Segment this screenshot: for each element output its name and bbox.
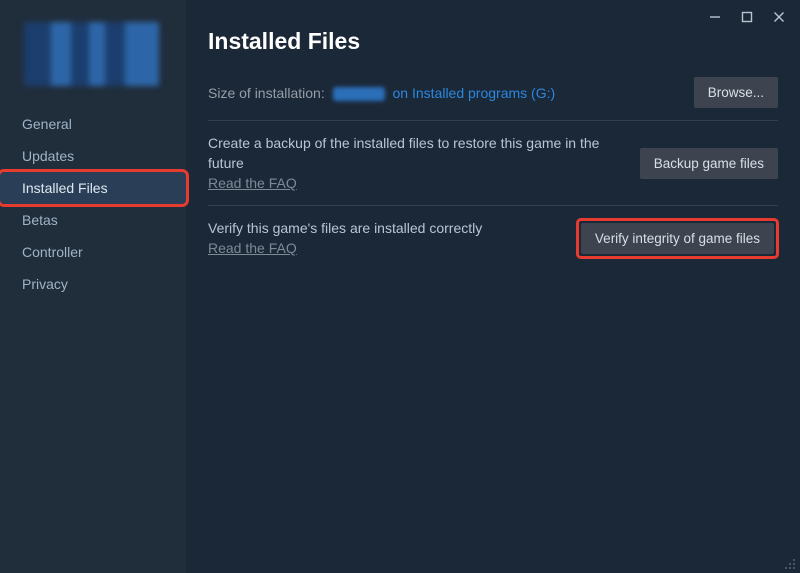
sidebar-item-controller[interactable]: Controller [0, 236, 186, 268]
install-size-prefix: Size of installation: [208, 85, 325, 101]
sidebar-item-installed-files[interactable]: Installed Files [0, 172, 186, 204]
install-size-text: Size of installation: on Installed progr… [208, 83, 674, 103]
verify-faq-link[interactable]: Read the FAQ [208, 240, 297, 256]
sidebar-item-betas[interactable]: Betas [0, 204, 186, 236]
minimize-button[interactable] [708, 10, 722, 24]
sidebar-item-general[interactable]: General [0, 108, 186, 140]
verify-integrity-button[interactable]: Verify integrity of game files [581, 223, 774, 254]
properties-window: General Updates Installed Files Betas Co… [0, 0, 800, 573]
verify-highlight: Verify integrity of game files [577, 219, 778, 258]
verify-description: Verify this game's files are installed c… [208, 218, 557, 238]
install-size-value-redacted [333, 87, 385, 101]
install-size-row: Size of installation: on Installed progr… [208, 77, 778, 120]
resize-grip-icon[interactable] [784, 558, 796, 570]
sidebar: General Updates Installed Files Betas Co… [0, 0, 186, 573]
sidebar-nav: General Updates Installed Files Betas Co… [0, 108, 186, 300]
page-title: Installed Files [208, 28, 778, 55]
window-controls [708, 0, 800, 30]
install-location-link[interactable]: on Installed programs (G:) [393, 85, 556, 101]
backup-faq-link[interactable]: Read the FAQ [208, 175, 297, 191]
maximize-button[interactable] [740, 10, 754, 24]
sidebar-item-updates[interactable]: Updates [0, 140, 186, 172]
browse-button[interactable]: Browse... [694, 77, 778, 108]
close-button[interactable] [772, 10, 786, 24]
sidebar-item-privacy[interactable]: Privacy [0, 268, 186, 300]
verify-text-block: Verify this game's files are installed c… [208, 218, 557, 258]
main-panel: Installed Files Size of installation: on… [186, 0, 800, 573]
backup-text-block: Create a backup of the installed files t… [208, 133, 620, 193]
game-logo [24, 22, 159, 86]
verify-row: Verify this game's files are installed c… [208, 205, 778, 270]
backup-description: Create a backup of the installed files t… [208, 133, 620, 173]
backup-button[interactable]: Backup game files [640, 148, 778, 179]
backup-row: Create a backup of the installed files t… [208, 120, 778, 205]
